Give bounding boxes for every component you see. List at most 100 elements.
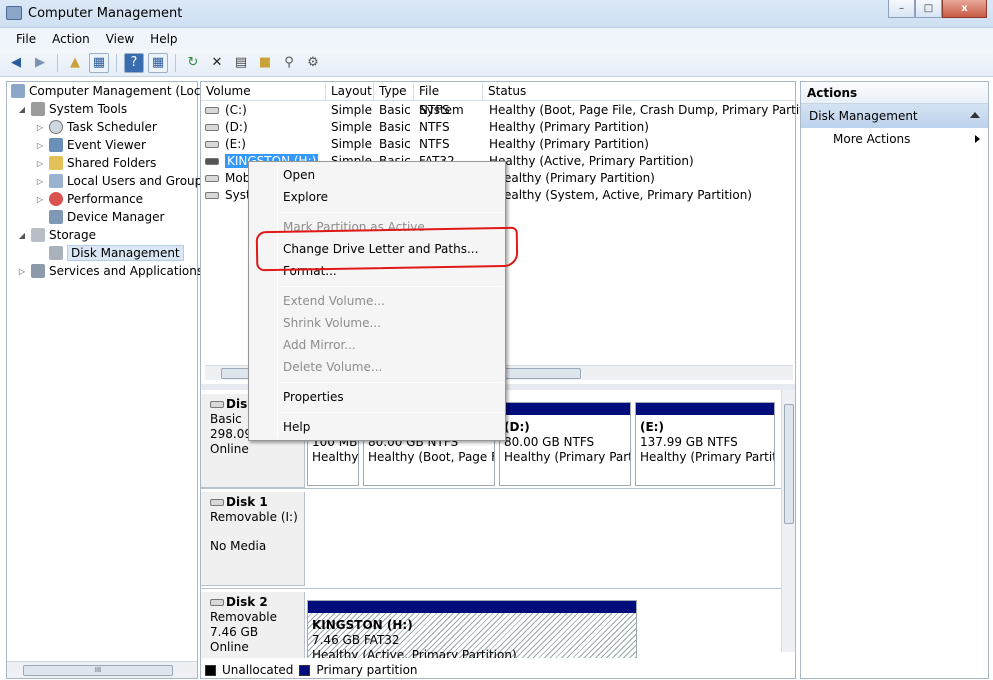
volume-row[interactable]: (E:) Simple Basic NTFS Healthy (Primary … <box>201 136 795 153</box>
tree-item-shared-folders[interactable]: ▷ Shared Folders <box>35 154 156 172</box>
tree-item-system-tools[interactable]: ◢ System Tools <box>17 100 127 118</box>
red-highlight-annotation <box>255 226 519 272</box>
more-actions-label: More Actions <box>833 132 911 146</box>
disk-type: Removable (I:) <box>210 510 298 524</box>
volume-layout: Simple <box>331 120 372 134</box>
menu-file[interactable]: File <box>8 32 44 46</box>
partition-status: Healthy (Primary Partit <box>504 450 631 464</box>
scroll-thumb[interactable] <box>784 404 794 524</box>
disk-1-label[interactable]: Disk 1 Removable (I:) No Media <box>201 492 305 586</box>
volume-status: ealthy (System, Active, Primary Partitio… <box>504 188 752 202</box>
column-layout[interactable]: Layout <box>326 82 374 101</box>
scroll-thumb[interactable]: III <box>23 665 173 676</box>
forward-arrow-icon[interactable]: ▶ <box>30 53 50 73</box>
actions-header: Actions <box>801 82 988 104</box>
partition-status: Healthy (Boot, Page Fil <box>368 450 495 464</box>
partition-d[interactable]: (D:) 80.00 GB NTFS Healthy (Primary Partit <box>499 402 631 486</box>
menu-extend-volume: Extend Volume... <box>283 294 385 308</box>
toolbar: ◀ ▶ ▲ ▦ ? ▦ ↻ ✕ ▤ ■ ⚲ ⚙ <box>0 49 993 77</box>
volume-fs: NTFS <box>419 120 450 134</box>
column-status[interactable]: Status <box>483 82 795 101</box>
partition-e[interactable]: (E:) 137.99 GB NTFS Healthy (Primary Parti… <box>635 402 775 486</box>
up-folder-icon[interactable]: ▲ <box>65 53 85 73</box>
back-arrow-icon[interactable]: ◀ <box>6 53 26 73</box>
properties-icon[interactable]: ▤ <box>231 53 251 73</box>
tree-label: Device Manager <box>67 210 165 224</box>
expand-arrow-icon[interactable]: ▷ <box>35 141 45 150</box>
expand-arrow-icon[interactable]: ▷ <box>17 267 27 276</box>
delete-icon[interactable]: ✕ <box>207 53 227 73</box>
storage-icon <box>31 228 45 242</box>
tree-item-services[interactable]: ▷ Services and Applications <box>17 262 203 280</box>
context-menu: Open Explore Mark Partition as Active Ch… <box>248 161 506 441</box>
tree-horizontal-scrollbar[interactable]: III <box>7 661 197 678</box>
volume-row[interactable]: (D:) Simple Basic NTFS Healthy (Primary … <box>201 119 795 136</box>
drive-icon <box>205 124 219 131</box>
menu-properties[interactable]: Properties <box>283 386 344 408</box>
menu-open[interactable]: Open <box>283 164 315 186</box>
tree-label: Task Scheduler <box>67 120 157 134</box>
computer-management-window: Computer Management – □ x File Action Vi… <box>0 0 993 680</box>
help-icon[interactable]: ? <box>124 52 144 73</box>
tree-item-device-manager[interactable]: Device Manager <box>45 208 164 226</box>
tree-item-event-viewer[interactable]: ▷ Event Viewer <box>35 136 146 154</box>
collapse-arrow-icon[interactable]: ◢ <box>17 105 27 114</box>
minimize-button[interactable]: – <box>888 0 915 18</box>
collapse-arrow-icon[interactable] <box>970 112 980 118</box>
more-actions[interactable]: More Actions <box>801 128 988 150</box>
tree-label: Local Users and Groups <box>67 174 209 188</box>
tree-item-root[interactable]: Computer Management (Local <box>11 82 211 100</box>
disk-map-vertical-scrollbar[interactable] <box>781 390 795 652</box>
refresh-icon[interactable]: ↻ <box>183 53 203 73</box>
menu-explore[interactable]: Explore <box>283 186 328 208</box>
drive-icon <box>205 141 219 148</box>
expand-arrow-icon[interactable]: ▷ <box>35 123 45 132</box>
expand-arrow-icon[interactable]: ▷ <box>35 195 45 204</box>
tree-item-disk-management[interactable]: Disk Management <box>45 244 184 262</box>
column-type[interactable]: Type <box>374 82 414 101</box>
open-folder-icon[interactable]: ■ <box>255 53 275 73</box>
actions-section-disk-management[interactable]: Disk Management <box>801 104 988 128</box>
expand-arrow-icon[interactable]: ▷ <box>35 159 45 168</box>
volume-row[interactable]: (C:) Simple Basic NTFS Healthy (Boot, Pa… <box>201 102 827 119</box>
menu-help[interactable]: Help <box>283 416 310 438</box>
disk-name: Disk 1 <box>226 495 268 509</box>
tree-item-task-scheduler[interactable]: ▷ Task Scheduler <box>35 118 157 136</box>
menu-separator <box>279 382 503 383</box>
expand-arrow-icon[interactable]: ▷ <box>35 177 45 186</box>
menu-view[interactable]: View <box>98 32 142 46</box>
volume-name: (E:) <box>225 137 246 151</box>
show-action-pane-icon[interactable]: ▦ <box>148 52 168 73</box>
computer-management-icon <box>6 6 22 20</box>
unallocated-swatch <box>205 664 216 676</box>
device-manager-icon <box>49 210 63 224</box>
menu-bar: File Action View Help <box>0 28 993 49</box>
search-icon[interactable]: ⚲ <box>279 53 299 73</box>
volume-name: (D:) <box>225 120 248 134</box>
window-title: Computer Management <box>28 6 183 21</box>
tree-item-local-users[interactable]: ▷ Local Users and Groups <box>35 172 209 190</box>
drive-icon <box>205 192 219 199</box>
menu-add-mirror: Add Mirror... <box>283 338 356 352</box>
disk-2-label[interactable]: Disk 2 Removable 7.46 GB Online <box>201 592 305 658</box>
menu-action[interactable]: Action <box>44 32 98 46</box>
settings-icon[interactable]: ⚙ <box>303 53 323 73</box>
collapse-arrow-icon[interactable]: ◢ <box>17 231 27 240</box>
tree-item-performance[interactable]: ▷ Performance <box>35 190 143 208</box>
users-icon <box>49 174 63 188</box>
column-file-system[interactable]: File System <box>414 82 483 117</box>
tree-item-storage[interactable]: ◢ Storage <box>17 226 96 244</box>
removable-disk-icon <box>210 599 224 606</box>
close-button[interactable]: x <box>942 0 987 18</box>
volume-status: ealthy (Primary Partition) <box>504 171 655 185</box>
volume-type: Basic <box>379 120 411 134</box>
volume-status: Healthy (Boot, Page File, Crash Dump, Pr… <box>489 103 827 117</box>
column-volume[interactable]: Volume <box>201 82 326 101</box>
volume-status: Healthy (Primary Partition) <box>489 120 649 134</box>
tree-label: Disk Management <box>67 245 184 261</box>
maximize-button[interactable]: □ <box>915 0 942 18</box>
show-hide-tree-icon[interactable]: ▦ <box>89 52 109 73</box>
menu-help[interactable]: Help <box>142 32 185 46</box>
partition-kingston[interactable]: KINGSTON (H:) 7.46 GB FAT32 Healthy (Activ… <box>307 600 637 658</box>
disk-size: 7.46 GB <box>210 625 259 639</box>
